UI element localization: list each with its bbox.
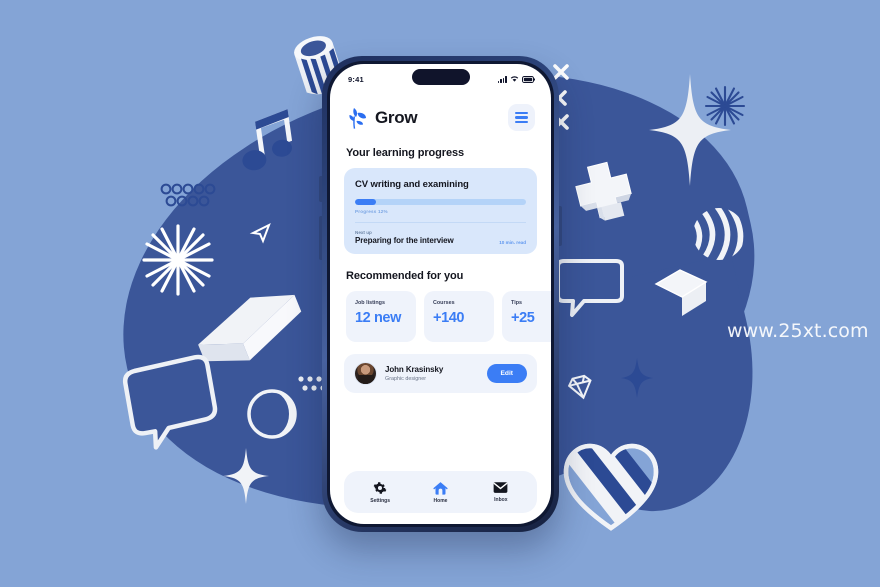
recommended-card-value: +25 xyxy=(511,310,535,326)
brand: Grow xyxy=(346,106,418,130)
three-d-cube-icon xyxy=(650,264,712,322)
tab-bar: Settings Home Inbox xyxy=(344,471,537,513)
envelope-icon xyxy=(493,482,508,493)
profile-info: John Krasinsky Graphic designer xyxy=(385,365,479,382)
three-d-plus-icon xyxy=(570,158,638,226)
profile-role: Graphic designer xyxy=(385,375,427,382)
speech-bubble-icon xyxy=(554,258,626,320)
spark-icon xyxy=(148,240,156,248)
status-bar: 9:41 xyxy=(330,64,551,90)
divider xyxy=(355,221,526,223)
cellular-signal-icon xyxy=(497,76,507,83)
striped-heart-icon xyxy=(560,434,662,536)
recommended-card-label: Tips xyxy=(511,300,522,306)
phone-side-button xyxy=(559,206,562,246)
starburst-icon xyxy=(140,222,216,298)
learning-section-title: Your learning progress xyxy=(346,147,465,159)
recommended-cards-row: Job listings 12 new Courses +140 Tips +25 xyxy=(346,291,551,342)
recommended-section-title: Recommended for you xyxy=(346,270,464,282)
home-icon xyxy=(433,481,448,495)
tab-label: Home xyxy=(433,497,448,504)
recommended-card-label: Job listings xyxy=(355,300,385,306)
progress-card[interactable]: CV writing and examining Progress 12% Ne… xyxy=(344,168,537,254)
starburst-icon xyxy=(704,85,746,127)
dot-grid-icon xyxy=(160,182,220,210)
speech-bubble-icon xyxy=(116,354,228,452)
battery-full-icon xyxy=(522,76,535,83)
recommended-card-value: +140 xyxy=(433,310,465,326)
hamburger-menu-icon[interactable] xyxy=(508,104,535,131)
progress-label: Progress 12% xyxy=(355,208,388,214)
striped-sphere-icon xyxy=(690,205,748,263)
next-up-info: Next up Preparing for the interview xyxy=(355,230,454,246)
wifi-icon xyxy=(510,76,519,82)
recommended-card-value: 12 new xyxy=(355,310,401,326)
diamond-icon xyxy=(566,374,596,402)
recommended-card[interactable]: Courses +140 xyxy=(424,291,494,342)
app-content: Grow Your learning progress CV writing a… xyxy=(330,90,551,524)
progress-bar xyxy=(355,199,526,205)
status-bar-icons xyxy=(497,75,535,83)
progress-card-title: CV writing and examining xyxy=(355,179,469,190)
recommended-card[interactable]: Tips +25 xyxy=(502,291,551,342)
phone-mockup: 9:41 Grow Your learning progress CV writ… xyxy=(319,56,562,532)
music-note-icon xyxy=(238,108,300,176)
leaf-sprout-icon xyxy=(349,107,366,129)
paper-plane-icon xyxy=(249,222,272,244)
brand-name: Grow xyxy=(375,107,418,127)
tab-label: Settings xyxy=(370,497,391,504)
recommended-card[interactable]: Job listings 12 new xyxy=(346,291,416,342)
small-star-icon xyxy=(620,358,654,398)
tab-label: Inbox xyxy=(494,497,508,503)
dynamic-island xyxy=(411,69,470,85)
next-up-kicker: Next up xyxy=(355,229,372,235)
progress-bar-fill xyxy=(355,199,376,205)
avatar xyxy=(354,362,377,385)
edit-profile-button[interactable]: Edit xyxy=(486,364,527,383)
tab-home[interactable]: Home xyxy=(417,481,463,504)
read-time: 10 min. read xyxy=(499,240,526,245)
watermark-text: www.25xt.com xyxy=(727,320,869,342)
next-up-row[interactable]: Next up Preparing for the interview 10 m… xyxy=(355,230,526,246)
status-bar-time: 9:41 xyxy=(348,74,364,84)
phone-screen: 9:41 Grow Your learning progress CV writ… xyxy=(330,64,551,524)
profile-card: John Krasinsky Graphic designer Edit xyxy=(344,354,537,393)
gear-icon xyxy=(373,481,387,494)
app-bar: Grow xyxy=(344,90,537,131)
crescent-moon-icon xyxy=(246,388,298,440)
tab-settings[interactable]: Settings xyxy=(357,481,403,504)
profile-name: John Krasinsky xyxy=(385,365,444,375)
phone-bezel: 9:41 Grow Your learning progress CV writ… xyxy=(327,61,554,527)
tab-inbox[interactable]: Inbox xyxy=(478,481,524,503)
four-point-star-icon xyxy=(222,448,270,504)
recommended-card-label: Courses xyxy=(433,300,455,306)
next-up-title: Preparing for the interview xyxy=(355,236,454,245)
